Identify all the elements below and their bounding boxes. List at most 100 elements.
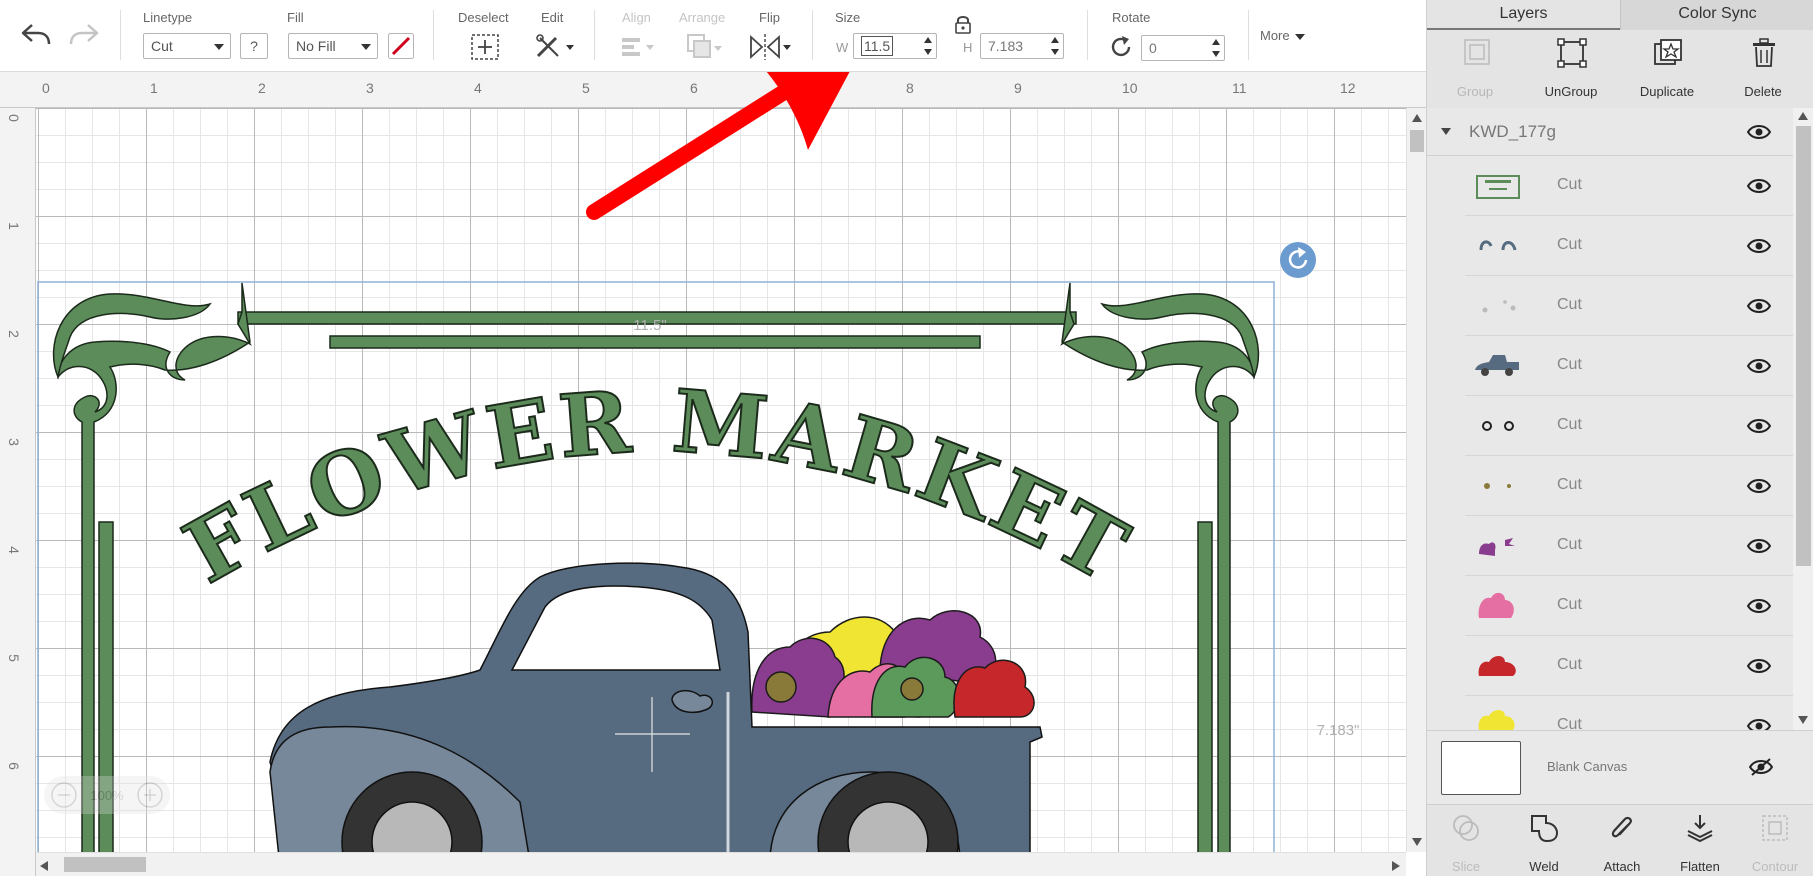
- flip-icon[interactable]: [748, 32, 794, 62]
- eye-icon[interactable]: [1747, 538, 1771, 554]
- flatten-label: Flatten: [1680, 859, 1720, 874]
- rotate-icon[interactable]: [1108, 34, 1134, 60]
- contour-button[interactable]: Contour: [1736, 811, 1813, 875]
- caret-down-icon[interactable]: [1441, 128, 1451, 135]
- ungroup-button[interactable]: UnGroup: [1523, 36, 1619, 100]
- blank-canvas-swatch[interactable]: [1441, 741, 1521, 795]
- align-icon[interactable]: [620, 34, 660, 60]
- slice-icon: [1453, 815, 1479, 841]
- layer-thumbnail: [1478, 710, 1515, 730]
- duplicate-button[interactable]: Duplicate: [1619, 36, 1715, 100]
- layer-thumbnail: [1478, 656, 1516, 676]
- group-label: Group: [1456, 84, 1494, 99]
- layer-name: Cut: [1557, 476, 1582, 493]
- width-input[interactable]: 11.5: [853, 33, 937, 59]
- vertical-scrollbar[interactable]: [1406, 108, 1426, 852]
- fill-color-swatch-icon[interactable]: [388, 33, 414, 59]
- attach-button[interactable]: Attach: [1583, 811, 1661, 875]
- height-label: H: [963, 40, 973, 55]
- layer-thumbnail: [1484, 483, 1511, 489]
- layer-name: Cut: [1557, 536, 1582, 553]
- layer-thumbnail: [1482, 300, 1516, 313]
- width-label: W: [836, 40, 849, 55]
- eye-icon[interactable]: [1747, 124, 1771, 140]
- layer-row[interactable]: Cut: [1465, 276, 1793, 336]
- height-value: 7.183: [988, 38, 1024, 54]
- layer-row[interactable]: Cut: [1465, 456, 1793, 516]
- fill-label: Fill: [287, 10, 304, 25]
- layer-name: Cut: [1557, 656, 1582, 673]
- scroll-down-icon[interactable]: [1412, 838, 1422, 846]
- lock-icon[interactable]: [954, 14, 972, 34]
- design-canvas[interactable]: 0 1 2 3 4 5 6 7 8 9 10 11 12 0 1 2 3 4 5…: [0, 72, 1426, 876]
- scroll-left-icon[interactable]: [40, 861, 48, 871]
- panel-scroll-thumb[interactable]: [1796, 126, 1811, 566]
- rotate-handle-icon[interactable]: [1280, 242, 1316, 278]
- edit-tools-icon[interactable]: [534, 32, 576, 62]
- eye-icon[interactable]: [1747, 598, 1771, 614]
- scroll-down-icon[interactable]: [1798, 716, 1808, 724]
- redo-icon[interactable]: [68, 22, 100, 48]
- layer-thumbnail: [1479, 240, 1517, 251]
- layer-group-row[interactable]: KWD_177g: [1427, 108, 1793, 156]
- vertical-scroll-thumb[interactable]: [1410, 130, 1424, 152]
- arrange-icon[interactable]: [686, 33, 726, 61]
- contour-label: Contour: [1751, 859, 1799, 874]
- flowers-shape[interactable]: [751, 610, 1035, 718]
- zoom-controls[interactable]: 100%: [44, 776, 170, 814]
- blank-canvas-row[interactable]: Blank Canvas: [1427, 730, 1813, 804]
- scroll-up-icon[interactable]: [1412, 114, 1422, 122]
- layer-row[interactable]: Cut: [1465, 156, 1793, 216]
- layer-row[interactable]: Cut: [1465, 216, 1793, 276]
- layer-thumbnail: [1482, 421, 1514, 431]
- weld-button[interactable]: Weld: [1505, 811, 1583, 875]
- scroll-right-icon[interactable]: [1392, 861, 1400, 871]
- linetype-select[interactable]: Cut: [143, 33, 231, 59]
- edit-toolbar: Linetype Cut ? Fill No Fill Deselect Edi…: [0, 0, 1426, 72]
- group-button[interactable]: Group: [1427, 36, 1523, 100]
- undo-icon[interactable]: [20, 22, 52, 48]
- layer-row[interactable]: Cut: [1465, 516, 1793, 576]
- scroll-up-icon[interactable]: [1798, 112, 1808, 120]
- layers-list: KWD_177g Cut Cut Cut Cut Cut Cut Cut Cut…: [1427, 108, 1793, 730]
- layer-thumbnail: [1479, 538, 1515, 556]
- delete-button[interactable]: Delete: [1715, 36, 1811, 100]
- height-input[interactable]: 7.183: [980, 33, 1064, 59]
- eye-icon[interactable]: [1747, 418, 1771, 434]
- design-space-app: Linetype Cut ? Fill No Fill Deselect Edi…: [0, 0, 1813, 876]
- horizontal-scrollbar[interactable]: [36, 852, 1406, 876]
- layers-panel: Layers Color Sync Group UnGroup Duplicat…: [1426, 0, 1813, 876]
- eye-icon[interactable]: [1747, 718, 1771, 730]
- eye-icon[interactable]: [1747, 178, 1771, 194]
- deselect-icon[interactable]: [470, 33, 500, 61]
- flatten-button[interactable]: Flatten: [1661, 811, 1739, 875]
- tab-layers[interactable]: Layers: [1427, 0, 1620, 30]
- eye-icon[interactable]: [1747, 238, 1771, 254]
- layer-row[interactable]: Cut: [1465, 576, 1793, 636]
- horizontal-scroll-thumb[interactable]: [64, 857, 146, 872]
- eye-icon[interactable]: [1747, 658, 1771, 674]
- layer-name: Cut: [1557, 296, 1582, 313]
- layer-row[interactable]: Cut: [1465, 696, 1793, 730]
- layer-name: Cut: [1557, 176, 1582, 193]
- linetype-label: Linetype: [143, 10, 193, 25]
- caret-down-icon: [1295, 33, 1306, 40]
- layer-row[interactable]: Cut: [1465, 336, 1793, 396]
- weld-label: Weld: [1529, 859, 1559, 874]
- artwork-layer[interactable]: FLOWER MARKET 11.5" 7.183" 100%: [0, 72, 1406, 852]
- eye-icon[interactable]: [1747, 478, 1771, 494]
- panel-scrollbar[interactable]: [1793, 108, 1813, 730]
- eye-hidden-icon[interactable]: [1749, 757, 1773, 777]
- rotate-input[interactable]: 0: [1141, 35, 1225, 61]
- help-icon: ?: [250, 38, 258, 54]
- layer-row[interactable]: Cut: [1465, 396, 1793, 456]
- layer-row[interactable]: Cut: [1465, 636, 1793, 696]
- fill-select[interactable]: No Fill: [288, 33, 378, 59]
- tab-color-sync[interactable]: Color Sync: [1620, 0, 1813, 30]
- eye-icon[interactable]: [1747, 358, 1771, 374]
- slice-button[interactable]: Slice: [1427, 811, 1505, 875]
- linetype-help-button[interactable]: ?: [240, 33, 268, 59]
- more-button[interactable]: More: [1260, 28, 1320, 48]
- eye-icon[interactable]: [1747, 298, 1771, 314]
- flatten-icon: [1687, 815, 1713, 843]
